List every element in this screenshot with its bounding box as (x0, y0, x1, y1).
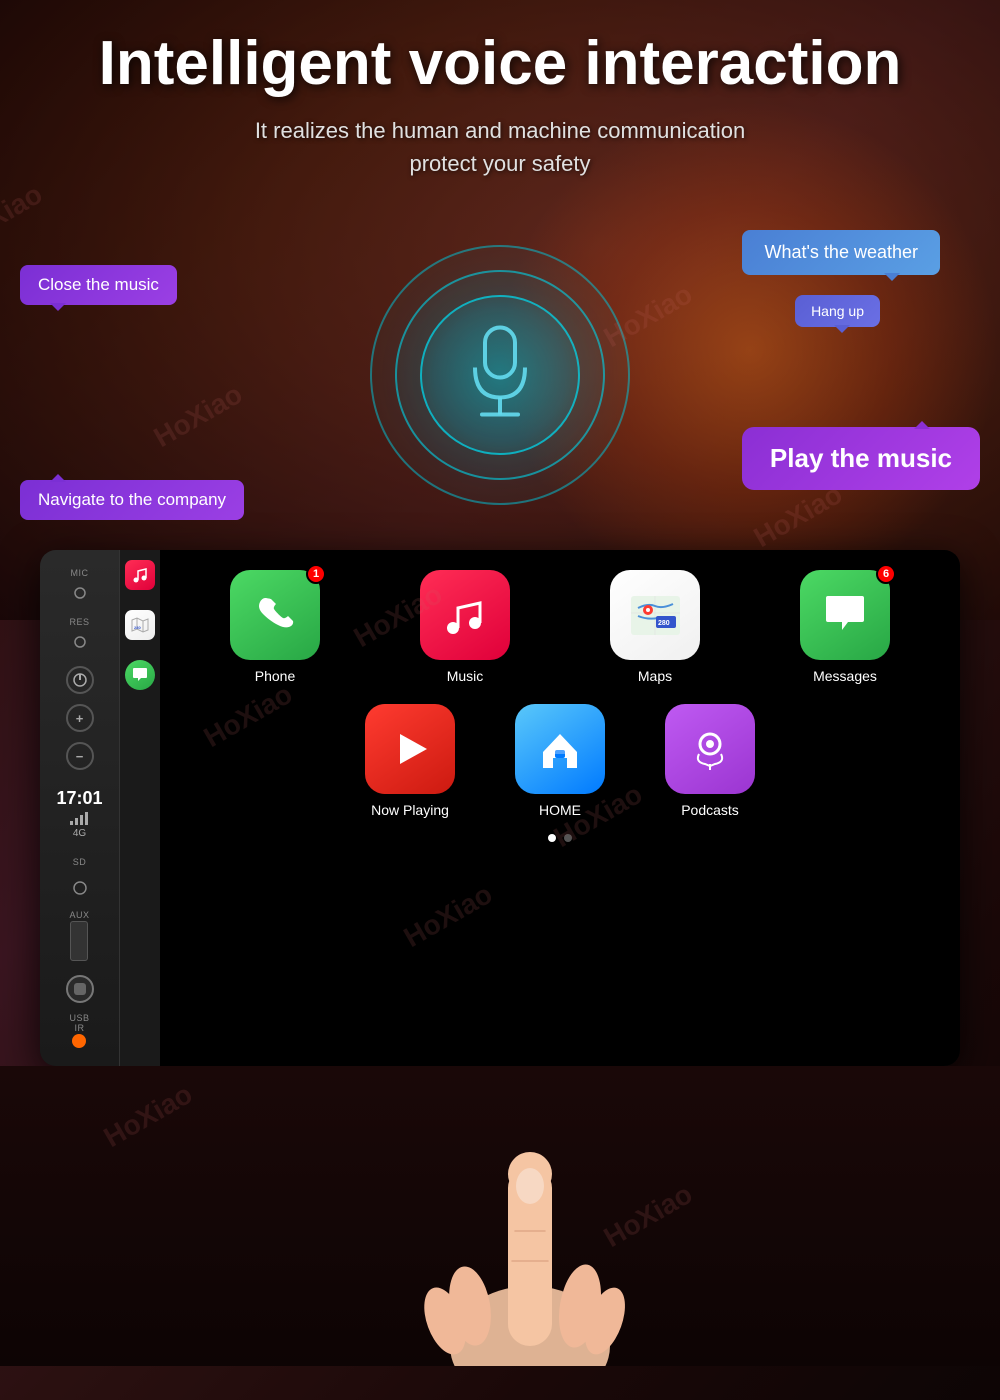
phone-badge: 1 (306, 564, 326, 584)
aux-label: AUX (69, 910, 89, 920)
page-dots (190, 834, 930, 842)
res-control: RES (66, 617, 94, 656)
phone-label: Phone (255, 668, 295, 684)
mic-circles (370, 245, 630, 505)
sd-label: SD (73, 857, 87, 867)
home-icon[interactable] (515, 704, 605, 794)
signal-bars (56, 812, 102, 825)
svg-text:280: 280 (134, 625, 141, 630)
music-label: Music (447, 668, 484, 684)
car-unit-wrapper: MIC RES (0, 550, 1000, 1066)
mic-control: MIC (66, 568, 94, 607)
aux-connector (70, 921, 88, 961)
messages-icon[interactable]: 6 (800, 570, 890, 660)
app-phone[interactable]: 1 Phone (190, 570, 360, 684)
messages-shortcut[interactable] (125, 660, 155, 690)
now-playing-icon[interactable] (365, 704, 455, 794)
music-icon[interactable] (420, 570, 510, 660)
app-music[interactable]: Music (380, 570, 550, 684)
phone-icon[interactable]: 1 (230, 570, 320, 660)
music-shortcut[interactable] (125, 560, 155, 590)
maps-shortcut[interactable]: 280 (125, 610, 155, 640)
hand-area (0, 1066, 1000, 1366)
bubble-navigate: Navigate to the company (20, 480, 244, 520)
main-title: Intelligent voice interaction (20, 30, 980, 98)
mic-indicator (66, 579, 94, 607)
usb-ir-label: USB IR (69, 1013, 89, 1033)
ir-indicator (72, 1034, 86, 1048)
hand-icon (380, 1066, 680, 1366)
page-dot-1 (548, 834, 556, 842)
mic-label: MIC (71, 568, 89, 578)
usb-ir-slot: USB IR (69, 1013, 89, 1048)
bubble-weather: What's the weather (742, 230, 940, 275)
bubble-play-music: Play the music (742, 427, 980, 490)
car-unit: MIC RES (40, 550, 960, 1066)
app-home[interactable]: HOME (515, 704, 605, 818)
power-button[interactable] (66, 666, 94, 694)
maps-label: Maps (638, 668, 672, 684)
app-grid-row2: Now Playing HOME (190, 704, 930, 818)
app-messages[interactable]: 6 Messages (760, 570, 930, 684)
network-label: 4G (56, 828, 102, 839)
time-block: 17:01 4G (56, 788, 102, 839)
now-playing-label: Now Playing (371, 802, 449, 818)
res-label: RES (69, 617, 89, 627)
sd-slot: SD (73, 857, 87, 867)
app-shortcuts: 280 (120, 550, 160, 1066)
time-display: 17:01 (56, 788, 102, 809)
app-podcasts[interactable]: Podcasts (665, 704, 755, 818)
maps-icon[interactable]: 280 (610, 570, 700, 660)
sd-indicator (73, 881, 87, 900)
volume-down-button[interactable]: − (66, 742, 94, 770)
volume-up-button[interactable]: + (66, 704, 94, 732)
screen-area: 1 Phone Music (160, 550, 960, 1066)
svg-text:280: 280 (658, 620, 670, 627)
res-indicator (66, 628, 94, 656)
bubble-close-music: Close the music (20, 265, 177, 305)
subtitle: It realizes the human and machine commun… (20, 114, 980, 180)
messages-label: Messages (813, 668, 877, 684)
messages-badge: 6 (876, 564, 896, 584)
voice-area: Close the music Navigate to the company … (0, 200, 1000, 550)
app-grid-row1: 1 Phone Music (190, 570, 930, 684)
left-panel: MIC RES (40, 550, 120, 1066)
podcasts-icon[interactable] (665, 704, 755, 794)
page-dot-2 (564, 834, 572, 842)
aux-slot: AUX (69, 910, 89, 961)
podcasts-label: Podcasts (681, 802, 739, 818)
app-now-playing[interactable]: Now Playing (365, 704, 455, 818)
home-button[interactable] (66, 975, 94, 1003)
bubble-hangup: Hang up (795, 295, 880, 327)
app-maps[interactable]: 280 Maps (570, 570, 740, 684)
home-label: HOME (539, 802, 581, 818)
mic-icon (460, 323, 540, 428)
header: Intelligent voice interaction It realize… (0, 0, 1000, 190)
sidebar-controls: MIC RES (40, 560, 119, 1056)
